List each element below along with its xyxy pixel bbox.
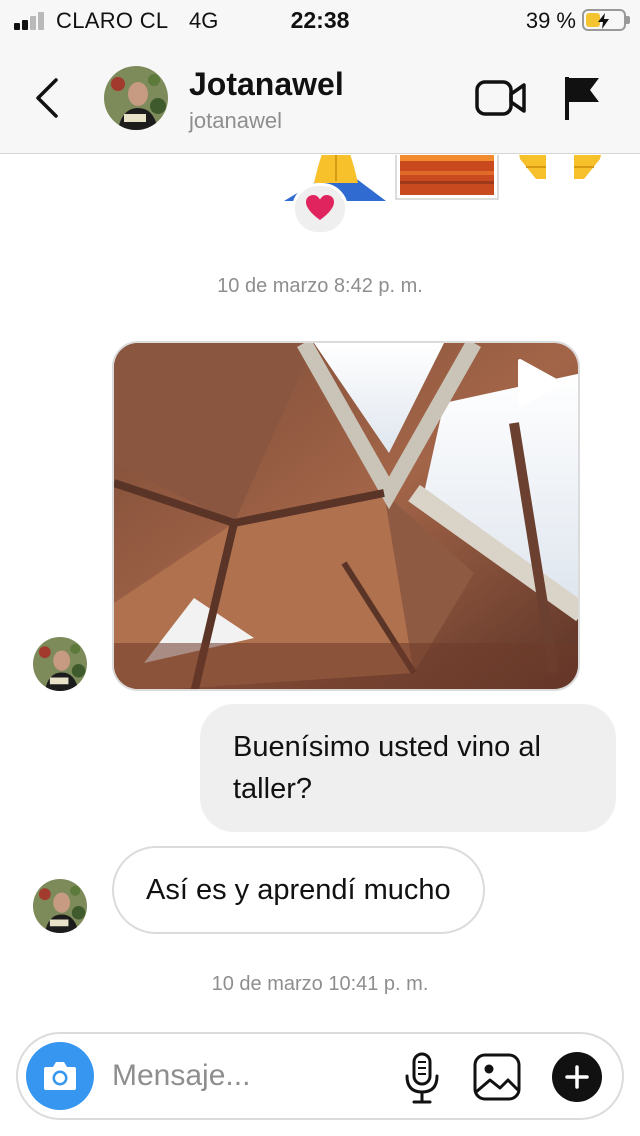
sunrise-emoji [395,155,499,200]
back-button[interactable] [30,76,66,120]
sender-avatar[interactable] [33,879,87,933]
charging-bolt-icon [598,13,609,29]
contact-username: jotanawel [189,108,282,133]
contact-name[interactable]: Jotanawel [189,66,344,103]
camera-icon [44,1062,76,1090]
flag-icon [565,77,599,120]
sender-avatar[interactable] [33,637,87,691]
more-options-button[interactable] [552,1052,602,1102]
incoming-message-bubble[interactable]: Así es y aprendí mucho [112,846,485,934]
message-timestamp: 10 de marzo 8:42 p. m. [217,275,423,297]
heart-reaction[interactable] [292,183,348,235]
video-camera-icon [475,80,526,116]
gallery-button[interactable] [472,1052,522,1102]
message-composer [16,1032,624,1120]
message-input[interactable] [112,1056,372,1096]
voice-message-button[interactable] [403,1052,441,1104]
chat-header: Jotanawel jotanawel [0,42,640,154]
battery-percentage: 39 % [525,8,576,33]
heart-icon [306,195,334,220]
play-icon [518,359,562,407]
microphone-icon [405,1052,439,1104]
profile-avatar[interactable] [104,66,168,130]
play-button[interactable] [514,357,564,409]
battery-icon [582,9,630,31]
video-call-button[interactable] [474,76,528,120]
message-timestamp: 10 de marzo 10:41 p. m. [211,973,429,995]
image-icon [473,1053,521,1101]
chevron-left-icon [36,78,58,118]
video-thumbnail [114,343,578,689]
raising-hands-emoji [519,155,601,179]
outgoing-message-bubble[interactable]: Buenísimo usted vino al taller? [200,704,616,832]
video-message[interactable] [112,341,580,691]
plus-icon [565,1065,589,1089]
report-button[interactable] [562,74,604,122]
message-thread[interactable]: 10 de marzo 8:42 p. m. Buenísimo usted v… [0,155,640,1025]
status-bar: CLARO CL 4G 22:38 39 % [0,0,640,42]
camera-button[interactable] [26,1042,94,1110]
